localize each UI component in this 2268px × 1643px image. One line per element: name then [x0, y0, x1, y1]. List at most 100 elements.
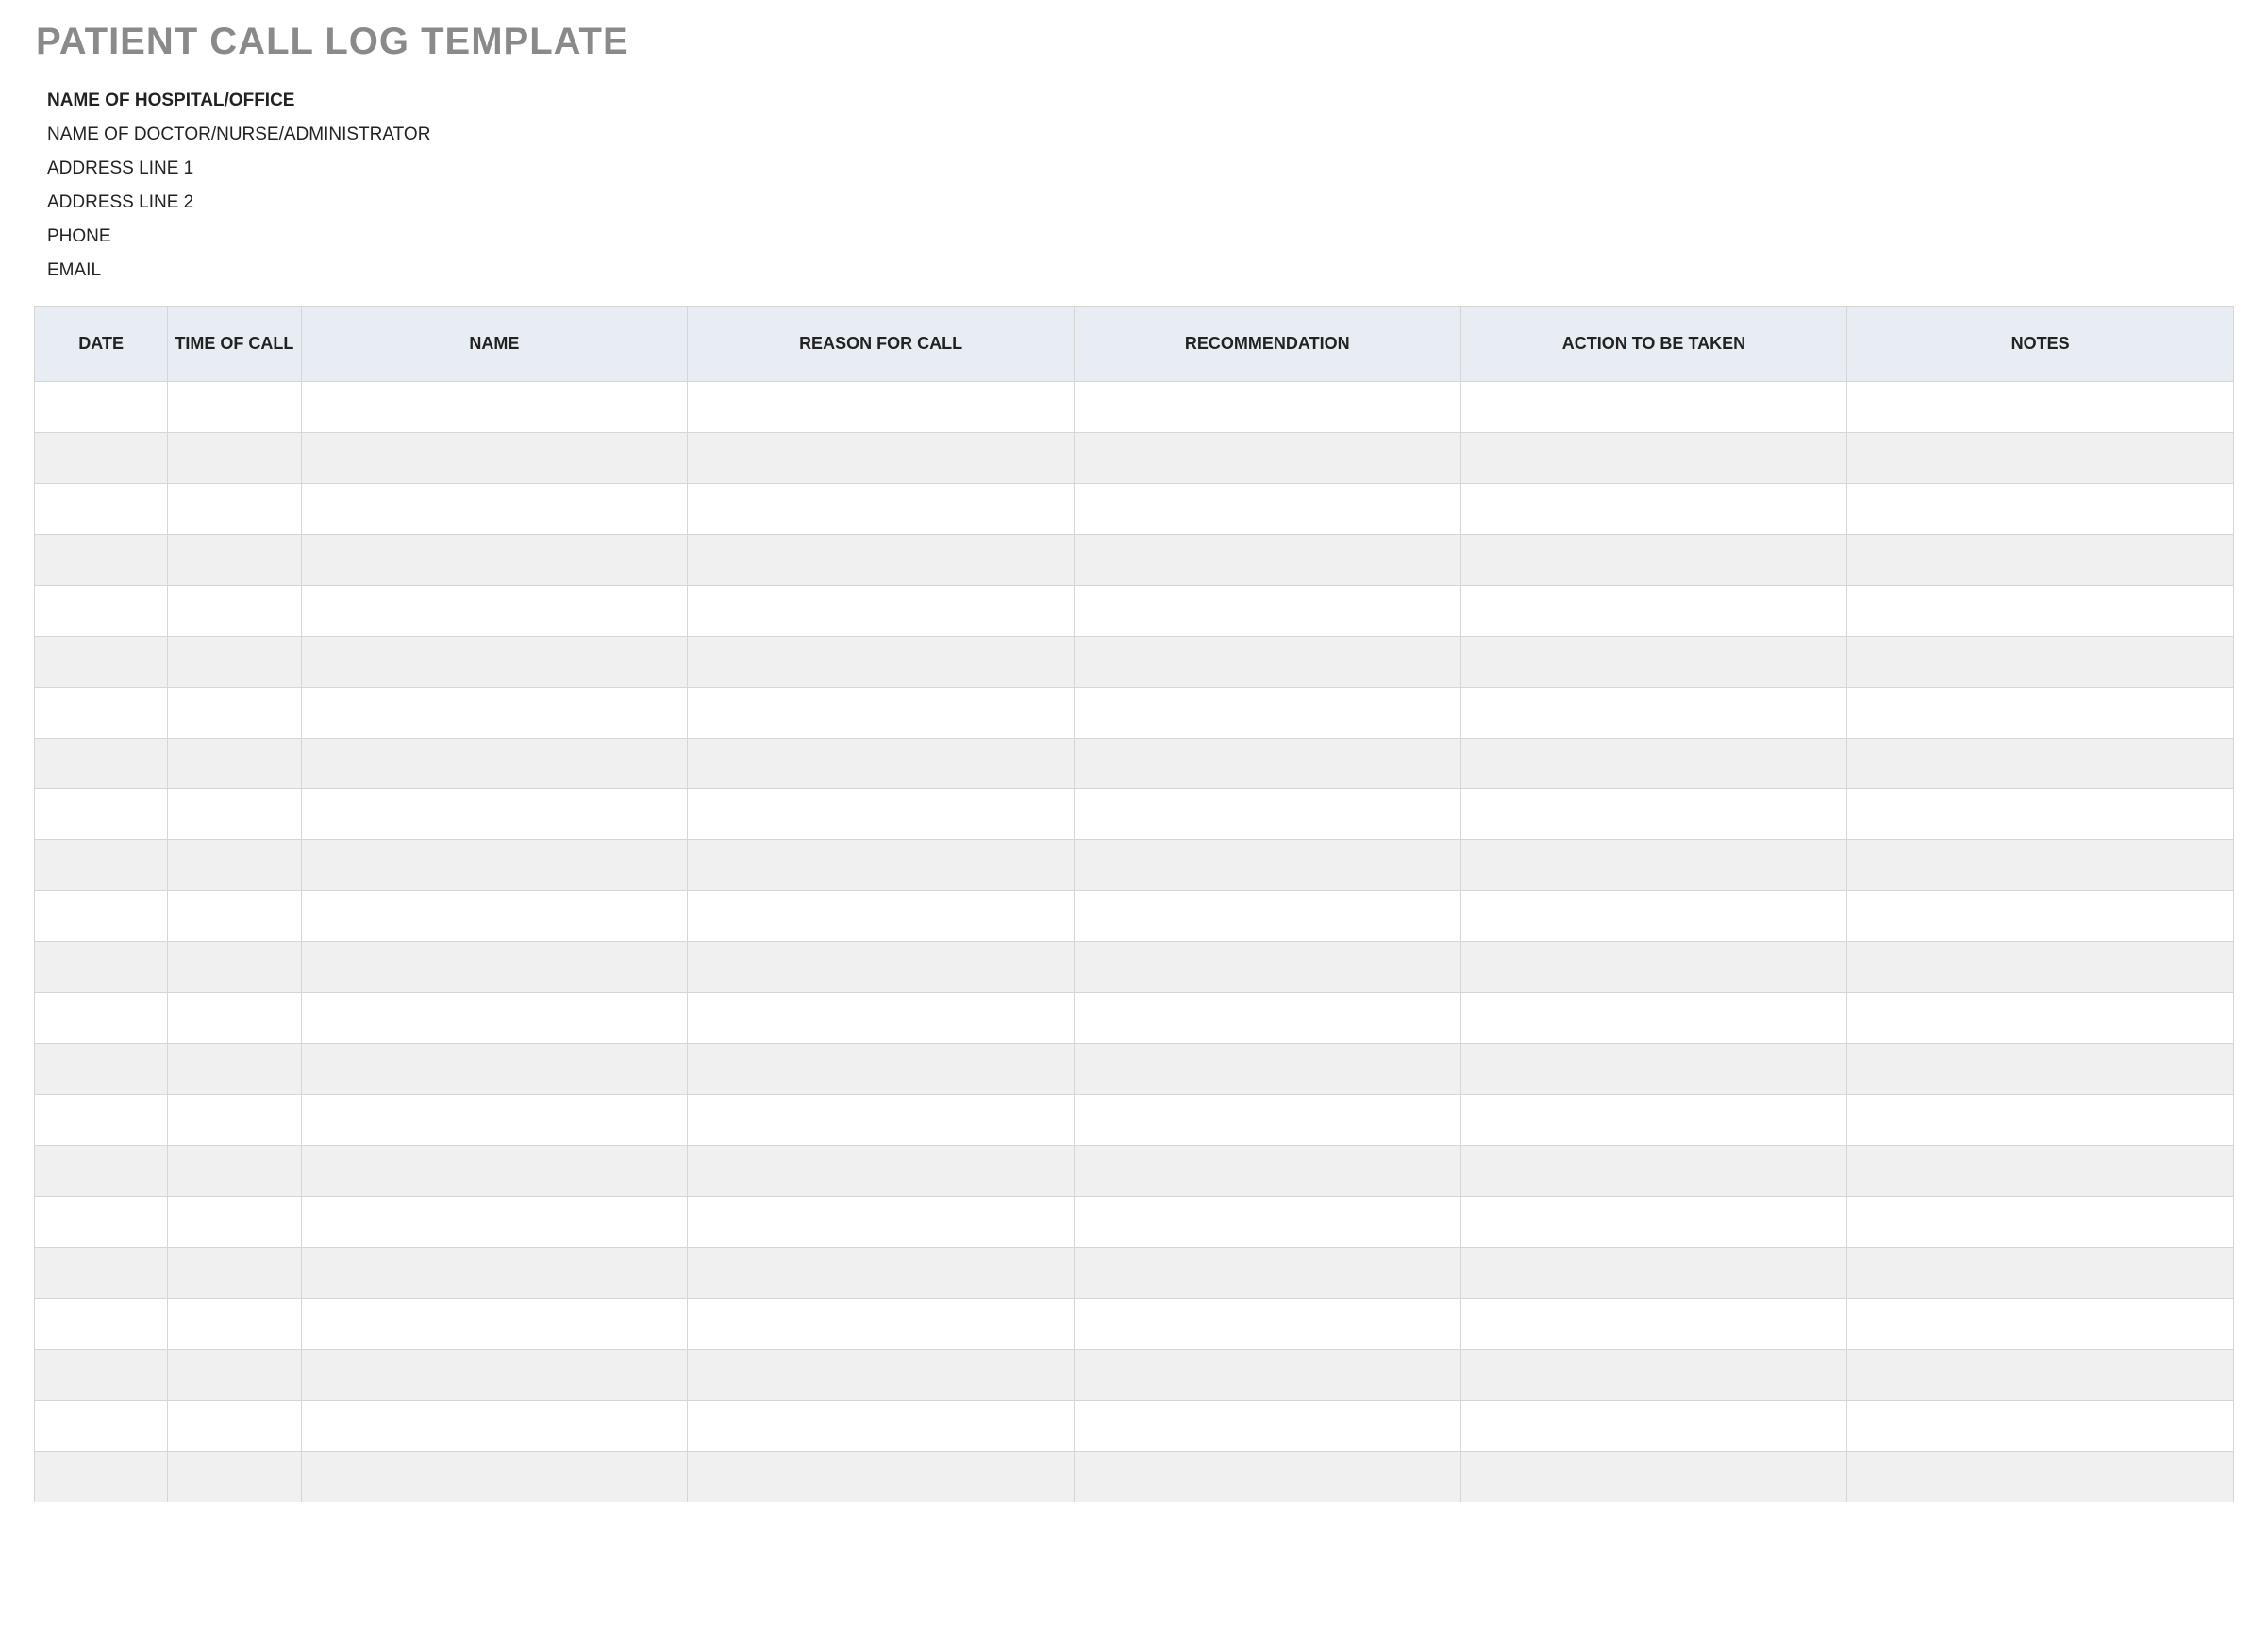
cell-date[interactable]: [35, 381, 168, 432]
cell-name[interactable]: [301, 432, 688, 483]
cell-time[interactable]: [168, 687, 301, 738]
cell-name[interactable]: [301, 1400, 688, 1451]
cell-date[interactable]: [35, 890, 168, 941]
cell-recommendation[interactable]: [1074, 534, 1460, 585]
cell-recommendation[interactable]: [1074, 941, 1460, 992]
cell-time[interactable]: [168, 941, 301, 992]
cell-name[interactable]: [301, 483, 688, 534]
cell-notes[interactable]: [1847, 1196, 2234, 1247]
cell-date[interactable]: [35, 1145, 168, 1196]
cell-action[interactable]: [1460, 738, 1847, 788]
cell-time[interactable]: [168, 788, 301, 839]
cell-action[interactable]: [1460, 687, 1847, 738]
cell-time[interactable]: [168, 1094, 301, 1145]
cell-date[interactable]: [35, 1349, 168, 1400]
cell-notes[interactable]: [1847, 1298, 2234, 1349]
cell-name[interactable]: [301, 941, 688, 992]
cell-action[interactable]: [1460, 1298, 1847, 1349]
cell-action[interactable]: [1460, 992, 1847, 1043]
cell-time[interactable]: [168, 432, 301, 483]
cell-time[interactable]: [168, 534, 301, 585]
cell-time[interactable]: [168, 483, 301, 534]
cell-time[interactable]: [168, 890, 301, 941]
cell-recommendation[interactable]: [1074, 585, 1460, 636]
cell-notes[interactable]: [1847, 687, 2234, 738]
cell-action[interactable]: [1460, 1349, 1847, 1400]
cell-recommendation[interactable]: [1074, 1145, 1460, 1196]
cell-recommendation[interactable]: [1074, 1043, 1460, 1094]
cell-notes[interactable]: [1847, 534, 2234, 585]
cell-reason[interactable]: [688, 1145, 1075, 1196]
cell-action[interactable]: [1460, 1145, 1847, 1196]
cell-date[interactable]: [35, 941, 168, 992]
address-line-1-field[interactable]: ADDRESS LINE 1: [47, 152, 2234, 186]
hospital-name-field[interactable]: NAME OF HOSPITAL/OFFICE: [47, 84, 2234, 118]
cell-name[interactable]: [301, 1094, 688, 1145]
cell-notes[interactable]: [1847, 738, 2234, 788]
cell-recommendation[interactable]: [1074, 1400, 1460, 1451]
email-field[interactable]: EMAIL: [47, 254, 2234, 288]
cell-name[interactable]: [301, 1298, 688, 1349]
cell-notes[interactable]: [1847, 636, 2234, 687]
cell-action[interactable]: [1460, 1247, 1847, 1298]
cell-date[interactable]: [35, 585, 168, 636]
cell-action[interactable]: [1460, 1451, 1847, 1502]
cell-recommendation[interactable]: [1074, 381, 1460, 432]
cell-name[interactable]: [301, 992, 688, 1043]
cell-name[interactable]: [301, 381, 688, 432]
cell-recommendation[interactable]: [1074, 992, 1460, 1043]
cell-notes[interactable]: [1847, 1400, 2234, 1451]
cell-name[interactable]: [301, 585, 688, 636]
cell-reason[interactable]: [688, 534, 1075, 585]
cell-reason[interactable]: [688, 636, 1075, 687]
cell-reason[interactable]: [688, 1196, 1075, 1247]
cell-notes[interactable]: [1847, 432, 2234, 483]
cell-date[interactable]: [35, 839, 168, 890]
cell-notes[interactable]: [1847, 890, 2234, 941]
cell-reason[interactable]: [688, 839, 1075, 890]
cell-action[interactable]: [1460, 1400, 1847, 1451]
cell-date[interactable]: [35, 1247, 168, 1298]
doctor-name-field[interactable]: NAME OF DOCTOR/NURSE/ADMINISTRATOR: [47, 118, 2234, 152]
cell-name[interactable]: [301, 1145, 688, 1196]
cell-recommendation[interactable]: [1074, 483, 1460, 534]
cell-notes[interactable]: [1847, 788, 2234, 839]
cell-date[interactable]: [35, 1196, 168, 1247]
cell-recommendation[interactable]: [1074, 1094, 1460, 1145]
cell-reason[interactable]: [688, 941, 1075, 992]
cell-action[interactable]: [1460, 941, 1847, 992]
cell-time[interactable]: [168, 1400, 301, 1451]
cell-action[interactable]: [1460, 585, 1847, 636]
cell-reason[interactable]: [688, 738, 1075, 788]
cell-name[interactable]: [301, 738, 688, 788]
cell-time[interactable]: [168, 738, 301, 788]
cell-notes[interactable]: [1847, 839, 2234, 890]
cell-reason[interactable]: [688, 381, 1075, 432]
cell-name[interactable]: [301, 687, 688, 738]
cell-reason[interactable]: [688, 1298, 1075, 1349]
cell-reason[interactable]: [688, 687, 1075, 738]
cell-reason[interactable]: [688, 585, 1075, 636]
cell-notes[interactable]: [1847, 483, 2234, 534]
cell-reason[interactable]: [688, 1247, 1075, 1298]
cell-name[interactable]: [301, 1043, 688, 1094]
cell-name[interactable]: [301, 1451, 688, 1502]
cell-date[interactable]: [35, 483, 168, 534]
cell-name[interactable]: [301, 636, 688, 687]
cell-name[interactable]: [301, 1247, 688, 1298]
cell-reason[interactable]: [688, 1451, 1075, 1502]
address-line-2-field[interactable]: ADDRESS LINE 2: [47, 186, 2234, 220]
cell-date[interactable]: [35, 1400, 168, 1451]
cell-reason[interactable]: [688, 890, 1075, 941]
cell-recommendation[interactable]: [1074, 1451, 1460, 1502]
cell-action[interactable]: [1460, 890, 1847, 941]
cell-name[interactable]: [301, 839, 688, 890]
cell-date[interactable]: [35, 1298, 168, 1349]
cell-notes[interactable]: [1847, 1043, 2234, 1094]
cell-recommendation[interactable]: [1074, 1298, 1460, 1349]
cell-notes[interactable]: [1847, 381, 2234, 432]
cell-name[interactable]: [301, 890, 688, 941]
cell-time[interactable]: [168, 1196, 301, 1247]
cell-name[interactable]: [301, 788, 688, 839]
cell-date[interactable]: [35, 1451, 168, 1502]
